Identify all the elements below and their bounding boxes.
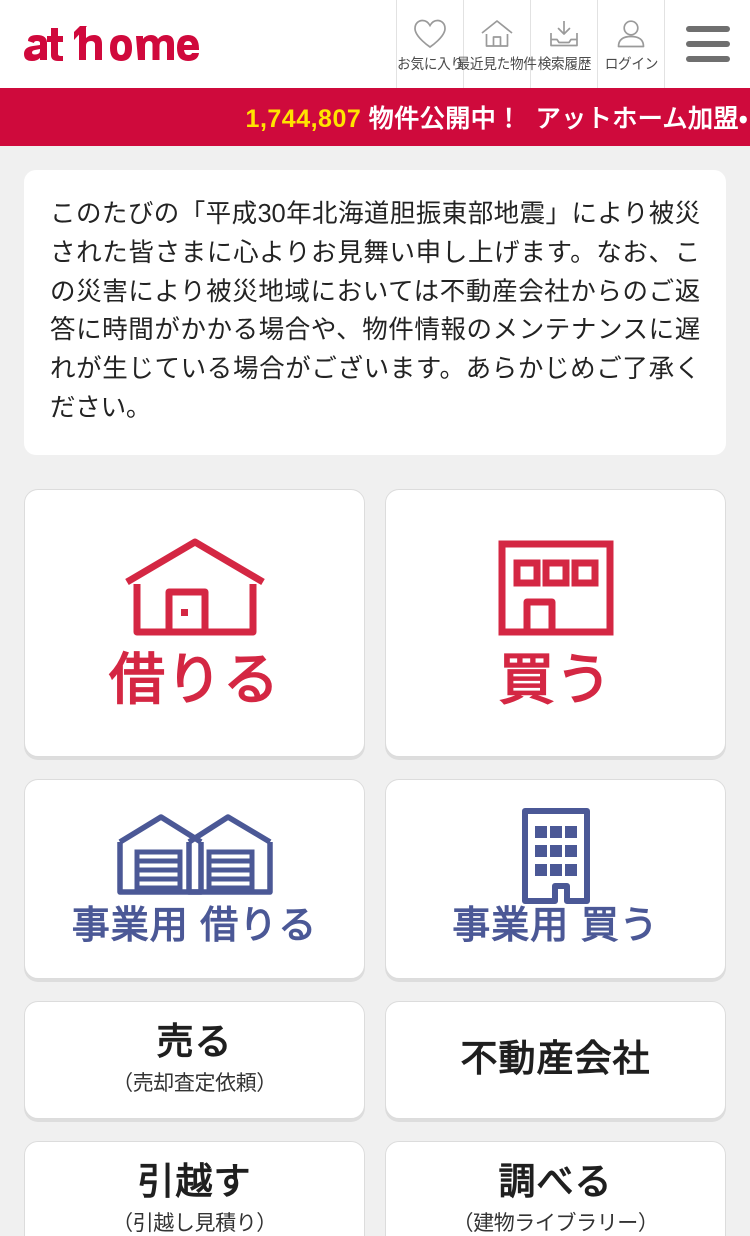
tile-moving[interactable]: 引越す （引越し見積り） [24, 1140, 365, 1236]
office-building-icon [511, 807, 601, 904]
header-item-favorites[interactable]: お気に入り [396, 0, 464, 88]
tile-sublabel: （引越し見積り） [112, 1212, 277, 1236]
banner-tail: アットホーム加盟・ [535, 105, 748, 133]
house-outline-icon [480, 18, 514, 50]
main-content: このたびの「平成30年北海道胆振東部地震」により被災された皆さまに心よりお見舞い… [0, 170, 750, 1236]
tile-rent[interactable]: 借りる [24, 488, 365, 757]
property-count: 1,744,807 [245, 105, 362, 133]
header-item-login[interactable]: ログイン [597, 0, 664, 88]
tile-label: 借りる [109, 647, 280, 711]
tile-business-rent[interactable]: 事業用 借りる [24, 778, 365, 979]
header-item-label: ログイン [604, 57, 658, 73]
tile-sublabel: （売却査定依頼） [112, 1072, 277, 1096]
tile-label: 事業用 借りる [71, 904, 318, 947]
house-rent-icon [119, 535, 271, 643]
heart-icon [413, 18, 447, 50]
banner-text: 1,744,807 物件公開中！ アットホーム加盟・ [246, 99, 750, 135]
tile-buy[interactable]: 買う [385, 488, 726, 757]
disaster-notice-text: このたびの「平成30年北海道胆振東部地震」により被災された皆さまに心よりお見舞い… [50, 200, 700, 422]
tile-business-buy[interactable]: 事業用 買う [385, 778, 726, 979]
service-tile-grid: 借りる 買う 事業用 借りる 事業用 買う 売る （売却査定依頼） 不動産会社 … [24, 488, 726, 1236]
disaster-notice: このたびの「平成30年北海道胆振東部地震」により被災された皆さまに心よりお見舞い… [24, 170, 726, 455]
tile-label: 引越す [137, 1160, 252, 1202]
banner-count-suffix: 物件公開中！ [368, 105, 522, 133]
header-nav: お気に入り 最近見た物件 検索履歴 ログイン [396, 0, 750, 88]
building-buy-icon [494, 535, 618, 643]
header-item-label: 最近見た物件 [456, 57, 538, 73]
tile-research[interactable]: 調べる （建物ライブラリー） [385, 1140, 726, 1236]
warehouse-icon [115, 810, 275, 902]
at-home-logo [24, 26, 199, 61]
person-icon [614, 18, 648, 50]
hamburger-menu-icon [685, 26, 730, 62]
header-item-search-history[interactable]: 検索履歴 [530, 0, 597, 88]
tile-label: 買う [498, 647, 613, 711]
property-count-banner[interactable]: 1,744,807 物件公開中！ アットホーム加盟・ [0, 88, 750, 146]
logo-link[interactable] [0, 0, 396, 88]
tile-label: 不動産会社 [460, 1038, 651, 1080]
hamburger-menu-button[interactable] [664, 0, 750, 88]
tile-label: 売る [156, 1020, 233, 1062]
tile-label: 事業用 買う [452, 904, 659, 947]
header-item-recently-viewed[interactable]: 最近見た物件 [457, 0, 537, 88]
header-item-label: 検索履歴 [537, 57, 591, 73]
header-item-label: お気に入り [396, 57, 464, 73]
inbox-download-icon [547, 18, 581, 50]
site-header: お気に入り 最近見た物件 検索履歴 ログイン [0, 0, 750, 88]
tile-sell[interactable]: 売る （売却査定依頼） [24, 1000, 365, 1119]
tile-real-estate-company[interactable]: 不動産会社 [385, 1000, 726, 1119]
tile-sublabel: （建物ライブラリー） [452, 1212, 659, 1236]
tile-label: 調べる [498, 1160, 613, 1202]
